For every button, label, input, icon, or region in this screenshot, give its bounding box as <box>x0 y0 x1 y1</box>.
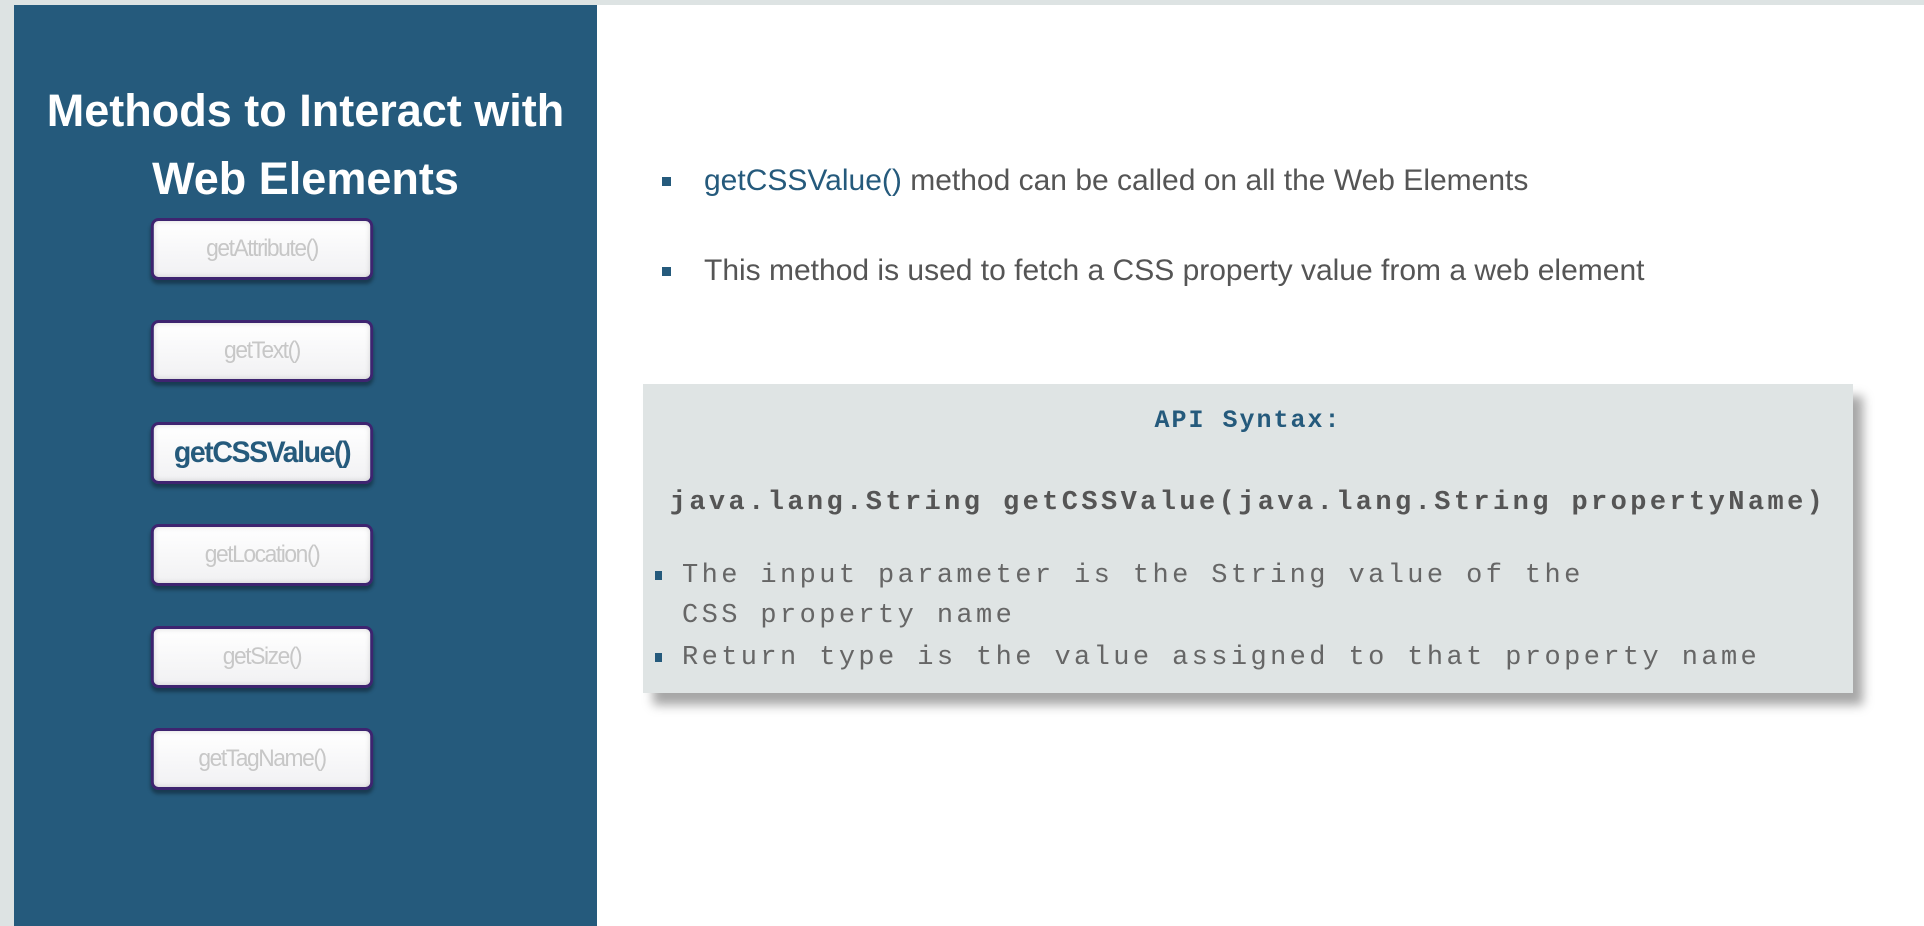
bullet-2: This method is used to fetch a CSS prope… <box>662 254 1644 288</box>
method-button-getsize[interactable]: getSize() <box>150 626 374 688</box>
method-button-gettext[interactable]: getText() <box>150 320 374 382</box>
method-name: getCSSValue() <box>704 164 902 197</box>
api-point-1: The input parameter is the String value … <box>655 556 1655 636</box>
api-point-2-text: Return type is the value assigned to tha… <box>682 643 1761 673</box>
api-point-2: Return type is the value assigned to tha… <box>655 638 1760 678</box>
sidebar: Methods to Interact with Web Elements ge… <box>14 5 597 926</box>
bullet-square-icon <box>655 571 662 580</box>
bullet-1-text: method can be called on all the Web Elem… <box>901 164 1529 197</box>
method-button-getlocation[interactable]: getLocation() <box>150 524 374 586</box>
bullet-square-icon <box>655 653 662 662</box>
method-button-getcssvalue[interactable]: getCSSValue() <box>150 422 374 484</box>
method-button-getattribute[interactable]: getAttribute() <box>150 218 374 280</box>
api-point-1-text: The input parameter is the String value … <box>682 561 1584 631</box>
bullet-square-icon <box>662 266 671 276</box>
api-heading: API Syntax: <box>1154 406 1342 435</box>
title-line-1: Methods to Interact with <box>46 85 565 136</box>
api-signature: java.lang.String getCSSValue(java.lang.S… <box>669 488 1827 518</box>
api-syntax-box: API Syntax: java.lang.String getCSSValue… <box>643 384 1853 693</box>
title-line-2: Web Elements <box>152 153 459 204</box>
bullet-square-icon <box>662 176 671 186</box>
bullet-2-text: This method is used to fetch a CSS prope… <box>704 254 1645 287</box>
sidebar-title: Methods to Interact with Web Elements <box>14 77 597 213</box>
bullet-1: getCSSValue() method can be called on al… <box>662 164 1528 198</box>
method-button-gettagname[interactable]: getTagName() <box>150 728 374 790</box>
